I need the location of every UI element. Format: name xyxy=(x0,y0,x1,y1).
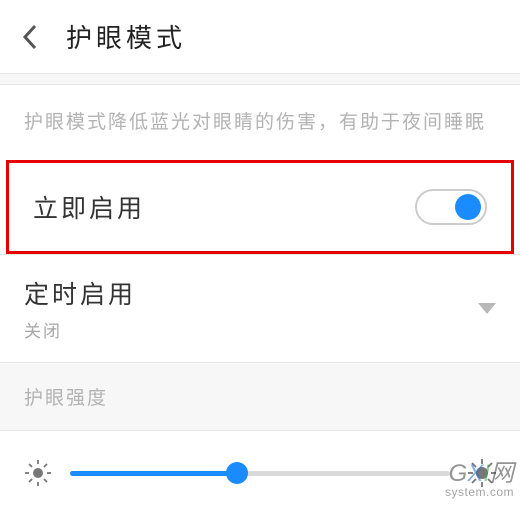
watermark-x: X xyxy=(467,460,483,487)
slider-thumb[interactable] xyxy=(226,462,248,484)
slider-fill xyxy=(70,471,237,476)
intensity-slider[interactable] xyxy=(70,471,450,476)
enable-now-label: 立即启用 xyxy=(33,189,145,225)
watermark: GXI网 system.com xyxy=(445,462,514,498)
section-divider xyxy=(0,73,520,85)
scheduled-row[interactable]: 定时启用 关闭 xyxy=(0,255,520,362)
scheduled-status: 关闭 xyxy=(24,317,136,342)
watermark-g: G xyxy=(449,460,468,487)
intensity-slider-row xyxy=(0,431,520,509)
header-bar: 护眼模式 xyxy=(0,0,520,73)
toggle-knob xyxy=(455,194,481,220)
description-text: 护眼模式降低蓝光对眼睛的伤害，有助于夜间睡眠 xyxy=(0,85,520,156)
enable-now-row[interactable]: 立即启用 xyxy=(9,163,511,251)
page-title: 护眼模式 xyxy=(66,18,186,55)
watermark-suffix: 网 xyxy=(490,460,514,487)
highlight-enable-now: 立即启用 xyxy=(6,160,514,254)
chevron-down-icon xyxy=(478,303,496,315)
scheduled-label: 定时启用 xyxy=(24,275,136,311)
enable-now-toggle[interactable] xyxy=(415,189,487,225)
back-icon[interactable] xyxy=(22,24,38,50)
brightness-low-icon xyxy=(24,459,52,487)
watermark-domain: system.com xyxy=(445,486,514,498)
intensity-section-label: 护眼强度 xyxy=(0,362,520,431)
watermark-i: I xyxy=(483,460,490,487)
